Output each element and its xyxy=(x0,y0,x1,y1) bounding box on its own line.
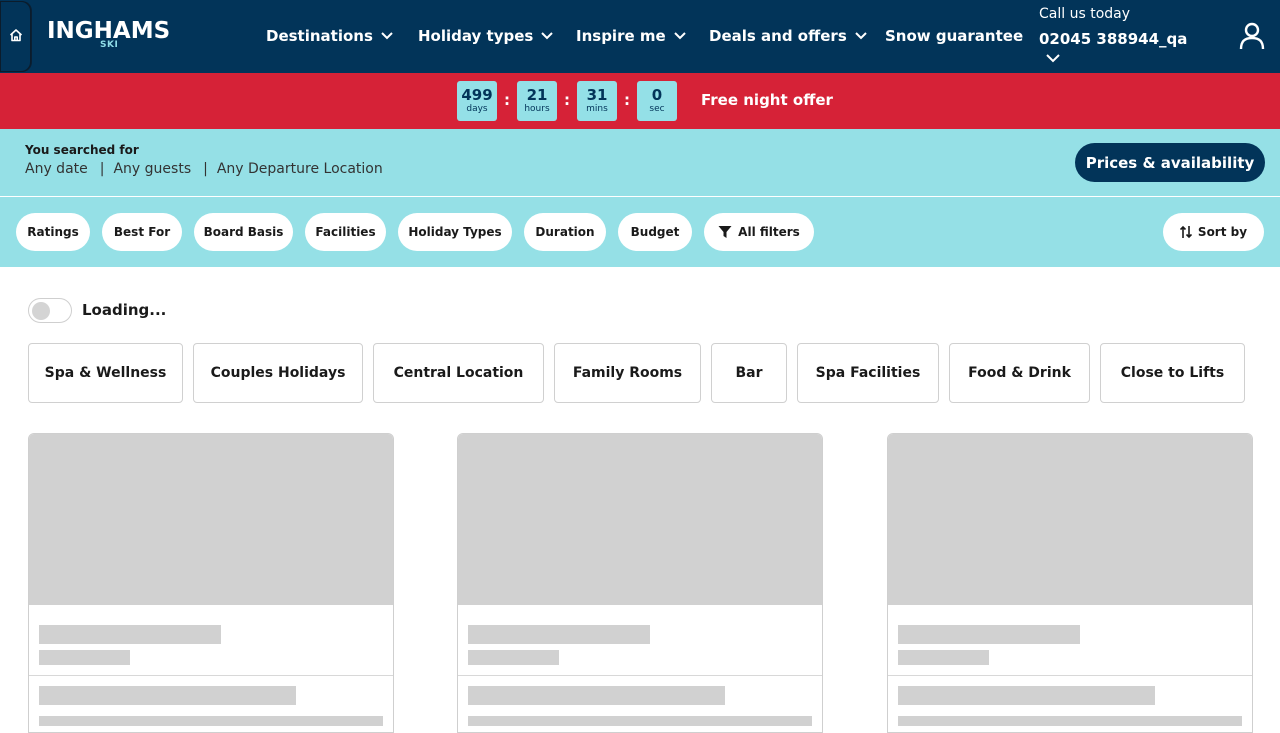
divider xyxy=(888,675,1252,676)
skeleton-line xyxy=(468,650,559,665)
chevron-down-icon xyxy=(381,32,393,40)
countdown-unit: hours xyxy=(524,104,550,114)
countdown-days: 499 days xyxy=(457,81,497,121)
search-guests: Any guests xyxy=(113,161,192,177)
filter-holiday-types[interactable]: Holiday Types xyxy=(398,213,512,251)
skeleton-line xyxy=(468,716,812,726)
home-icon xyxy=(9,27,23,46)
countdown-value: 21 xyxy=(526,86,548,104)
countdown-separator: : xyxy=(624,91,630,109)
inghams-logo[interactable]: INGHAMS SKI xyxy=(47,18,170,50)
account-icon xyxy=(1239,22,1265,50)
toggle-knob xyxy=(32,302,50,320)
chevron-down-icon xyxy=(855,32,867,40)
skeleton-line xyxy=(898,686,1155,705)
nav-destinations[interactable]: Destinations xyxy=(266,25,393,47)
nav-holiday-types[interactable]: Holiday types xyxy=(418,25,554,47)
loading-status: Loading... xyxy=(82,301,167,319)
filter-ratings[interactable]: Ratings xyxy=(16,213,90,251)
filter-facilities[interactable]: Facilities xyxy=(305,213,386,251)
skeleton-line xyxy=(468,686,725,705)
chevron-down-icon xyxy=(673,32,686,40)
filter-best-for[interactable]: Best For xyxy=(102,213,182,251)
sort-by-button[interactable]: Sort by xyxy=(1163,213,1264,251)
promo-banner[interactable]: 499 days : 21 hours : 31 mins : 0 sec Fr… xyxy=(0,73,1280,129)
chevron-down-icon[interactable] xyxy=(1046,54,1060,63)
result-card-skeleton xyxy=(28,433,394,733)
prices-availability-button[interactable]: Prices & availability xyxy=(1075,143,1265,182)
countdown-value: 499 xyxy=(461,86,493,104)
sort-icon xyxy=(1179,225,1192,239)
filter-board-basis[interactable]: Board Basis xyxy=(194,213,293,251)
skeleton-line xyxy=(898,625,1080,644)
site-header: INGHAMS SKI Destinations Holiday types I… xyxy=(0,0,1280,73)
divider xyxy=(458,675,822,676)
skeleton-line xyxy=(39,686,296,705)
view-toggle[interactable] xyxy=(28,298,72,323)
logo-subtitle: SKI xyxy=(100,40,119,50)
search-summary: You searched for Any date | Any guests |… xyxy=(0,129,1280,196)
filter-funnel-icon xyxy=(718,226,732,238)
countdown-separator: : xyxy=(564,91,570,109)
call-label: Call us today xyxy=(1039,6,1131,22)
skeleton-image xyxy=(888,434,1252,605)
skeleton-line xyxy=(898,716,1242,726)
skeleton-line xyxy=(468,625,650,644)
skeleton-image xyxy=(458,434,822,605)
account-button[interactable] xyxy=(1239,22,1265,54)
divider xyxy=(29,675,393,676)
tag-spa-wellness[interactable]: Spa & Wellness xyxy=(28,343,183,403)
skeleton-line xyxy=(898,650,989,665)
tag-food-drink[interactable]: Food & Drink xyxy=(949,343,1090,403)
countdown-sec: 0 sec xyxy=(637,81,677,121)
search-date: Any date xyxy=(25,161,88,177)
search-departure: Any Departure Location xyxy=(216,161,383,177)
tag-spa-facilities[interactable]: Spa Facilities xyxy=(797,343,939,403)
countdown-separator: : xyxy=(504,91,510,109)
tag-central-location[interactable]: Central Location xyxy=(373,343,544,403)
sort-by-label: Sort by xyxy=(1197,225,1248,239)
filter-duration[interactable]: Duration xyxy=(524,213,606,251)
tag-bar[interactable]: Bar xyxy=(711,343,787,403)
nav-label: Inspire me xyxy=(576,27,666,45)
chevron-down-icon xyxy=(541,32,554,40)
countdown-hours: 21 hours xyxy=(517,81,557,121)
search-criteria: Any date | Any guests | Any Departure Lo… xyxy=(25,161,383,177)
nav-label: Destinations xyxy=(266,27,373,45)
all-filters-label: All filters xyxy=(738,225,800,239)
filter-budget[interactable]: Budget xyxy=(618,213,692,251)
skeleton-line xyxy=(39,625,221,644)
search-summary-label: You searched for xyxy=(25,143,139,157)
skeleton-line xyxy=(39,716,383,726)
criteria-separator: | xyxy=(99,161,105,177)
call-us-block[interactable]: Call us today 02045 388944_qa xyxy=(1039,5,1187,63)
skeleton-image xyxy=(29,434,393,605)
filter-bar: Ratings Best For Board Basis Facilities … xyxy=(0,197,1280,267)
tag-couples-holidays[interactable]: Couples Holidays xyxy=(193,343,363,403)
tag-family-rooms[interactable]: Family Rooms xyxy=(554,343,701,403)
nav-label: Holiday types xyxy=(418,27,534,45)
nav-deals-and-offers[interactable]: Deals and offers xyxy=(709,25,867,47)
countdown-value: 31 xyxy=(586,86,608,104)
result-card-skeleton xyxy=(887,433,1253,733)
all-filters-button[interactable]: All filters xyxy=(704,213,814,251)
countdown-value: 0 xyxy=(651,86,663,104)
skeleton-line xyxy=(39,650,130,665)
tag-close-to-lifts[interactable]: Close to Lifts xyxy=(1100,343,1245,403)
criteria-separator: | xyxy=(203,161,208,177)
nav-snow-guarantee[interactable]: Snow guarantee xyxy=(885,25,1023,47)
nav-inspire-me[interactable]: Inspire me xyxy=(576,25,686,47)
nav-label: Deals and offers xyxy=(709,27,847,45)
countdown-mins: 31 mins xyxy=(577,81,617,121)
home-button[interactable] xyxy=(0,1,31,72)
nav-label: Snow guarantee xyxy=(885,27,1024,45)
countdown-unit: mins xyxy=(586,104,608,114)
offer-link[interactable]: Free night offer xyxy=(701,91,833,109)
countdown-unit: days xyxy=(466,104,488,114)
phone-number[interactable]: 02045 388944_qa xyxy=(1039,29,1187,49)
countdown-unit: sec xyxy=(649,104,665,114)
result-card-skeleton xyxy=(457,433,823,733)
